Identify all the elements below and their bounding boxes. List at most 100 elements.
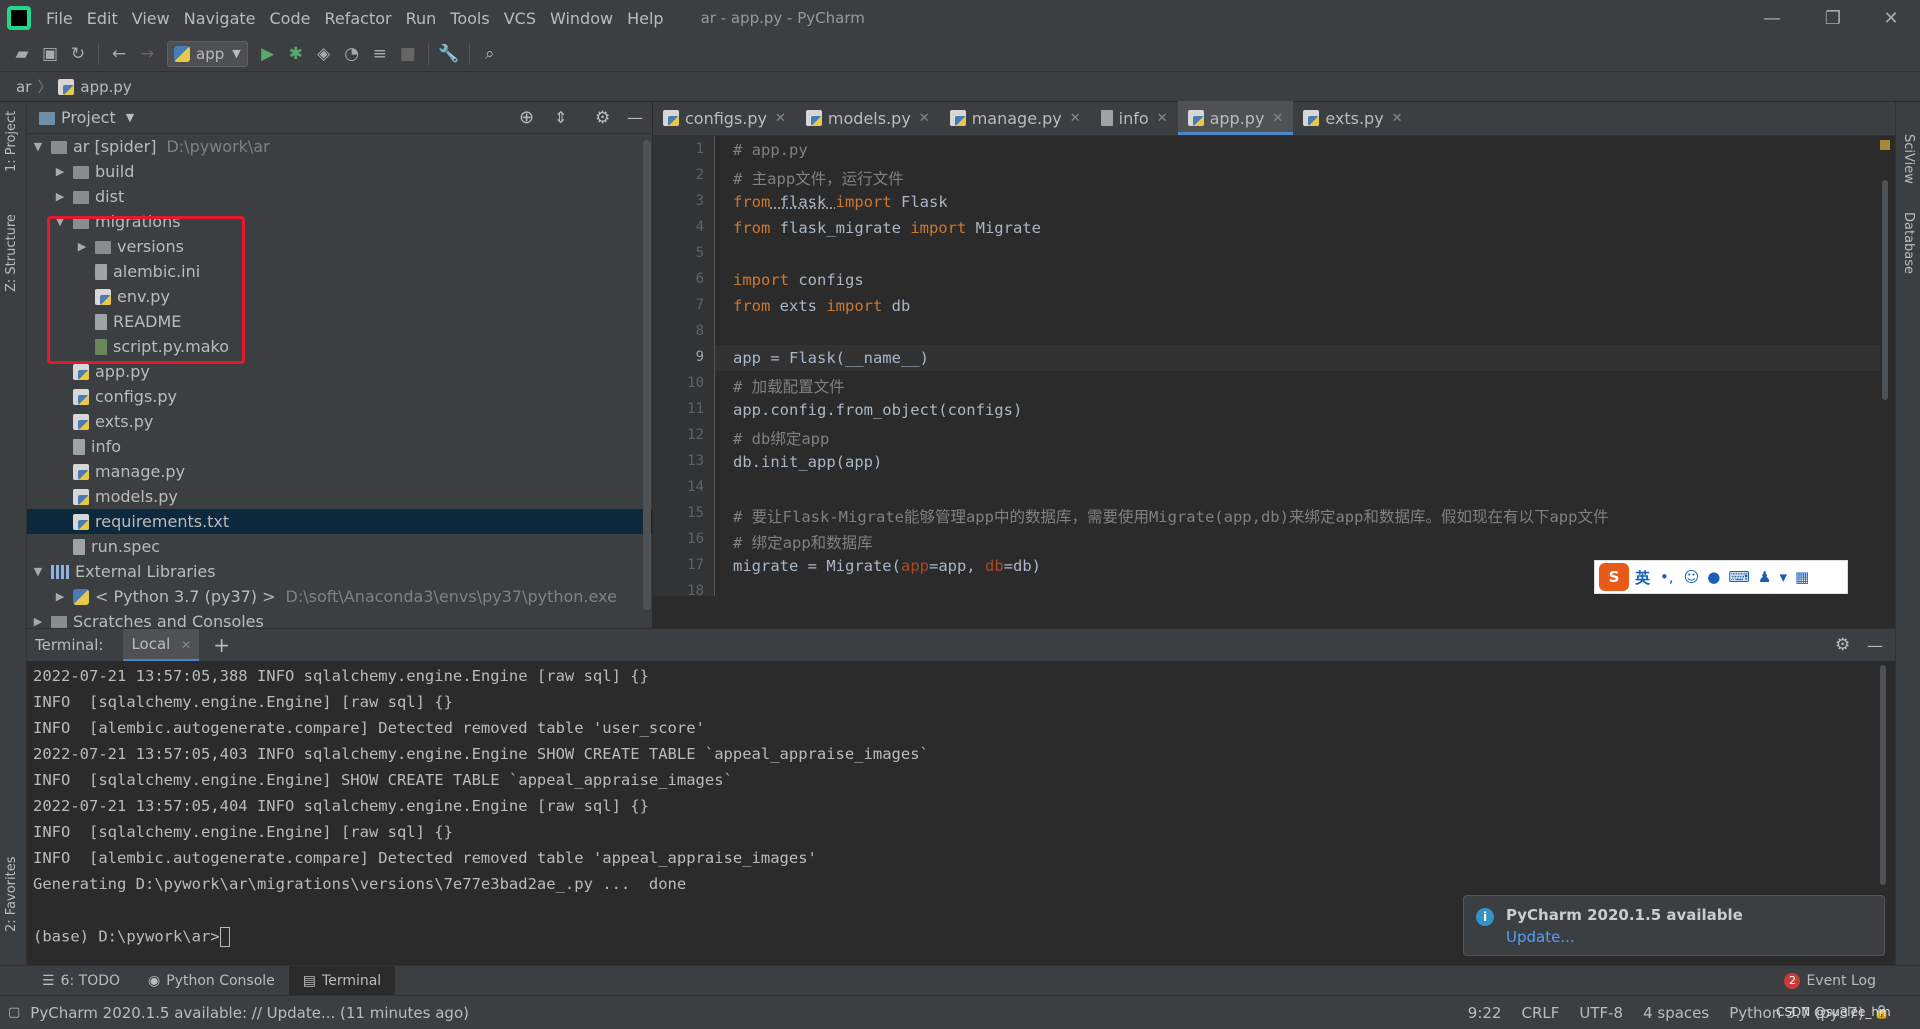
menu-vcs[interactable]: VCS: [497, 9, 543, 28]
forward-arrow-icon[interactable]: →: [133, 40, 161, 68]
tree-item-manage-py[interactable]: manage.py: [27, 459, 652, 484]
menu-tools[interactable]: Tools: [443, 9, 496, 28]
ime-language[interactable]: 英: [1635, 567, 1650, 588]
new-terminal-tab-icon[interactable]: +: [213, 633, 230, 657]
hide-panel-icon[interactable]: —: [627, 108, 643, 127]
settings-wrench-icon[interactable]: 🔧: [435, 40, 463, 68]
menu-edit[interactable]: Edit: [80, 9, 125, 28]
status-line-separator[interactable]: CRLF: [1511, 1004, 1569, 1022]
expand-arrow-icon[interactable]: ▶: [31, 615, 45, 628]
open-folder-icon[interactable]: ▰: [8, 40, 36, 68]
project-panel-title[interactable]: Project: [61, 108, 116, 127]
menu-navigate[interactable]: Navigate: [177, 9, 263, 28]
menu-view[interactable]: View: [125, 9, 177, 28]
tree-item-build[interactable]: ▶ build: [27, 159, 652, 184]
menu-code[interactable]: Code: [263, 9, 318, 28]
stop-icon[interactable]: ■: [394, 40, 422, 68]
run-concurrency-icon[interactable]: ≡: [366, 40, 394, 68]
microphone-icon[interactable]: ●: [1707, 568, 1720, 586]
save-all-icon[interactable]: ▣: [36, 40, 64, 68]
tree-item-scratches[interactable]: ▶ Scratches and Consoles: [27, 609, 652, 628]
tab-app-py[interactable]: app.py ✕: [1177, 101, 1294, 135]
status-caret-position[interactable]: 9:22: [1458, 1004, 1512, 1022]
user-icon[interactable]: ♟: [1758, 568, 1771, 586]
hide-panel-icon[interactable]: —: [1867, 636, 1883, 655]
collapse-all-icon[interactable]: ⇕: [554, 108, 567, 127]
run-configuration-select[interactable]: app ▼: [167, 40, 248, 67]
expand-arrow-icon[interactable]: ▶: [53, 590, 67, 603]
breadcrumb-file[interactable]: app.py: [80, 78, 131, 96]
expand-arrow-icon[interactable]: ▶: [53, 165, 67, 178]
python-console-tool-button[interactable]: ◉ Python Console: [134, 966, 289, 996]
close-tab-icon[interactable]: ✕: [1070, 111, 1081, 126]
favorites-tool-button[interactable]: 2: Favorites: [4, 856, 19, 932]
tree-item-exts-py[interactable]: exts.py: [27, 409, 652, 434]
sciview-tool-button[interactable]: SciView: [1901, 134, 1916, 184]
tab-configs-py[interactable]: configs.py ✕: [653, 101, 796, 135]
tree-item-models-py[interactable]: models.py: [27, 484, 652, 509]
event-log-tool-button[interactable]: 2 Event Log: [1770, 966, 1890, 996]
status-message[interactable]: PyCharm 2020.1.5 available: // Update...…: [30, 1004, 469, 1022]
skin-icon[interactable]: ▾: [1779, 568, 1787, 586]
run-icon[interactable]: ▶: [254, 40, 282, 68]
tab-models-py[interactable]: models.py ✕: [796, 101, 940, 135]
tab-manage-py[interactable]: manage.py ✕: [940, 101, 1091, 135]
ime-punctuation[interactable]: •,: [1660, 568, 1674, 586]
close-tab-icon[interactable]: ✕: [181, 638, 191, 652]
status-encoding[interactable]: UTF-8: [1569, 1004, 1633, 1022]
notification-update-link[interactable]: Update...: [1506, 928, 1884, 946]
close-tab-icon[interactable]: ✕: [1157, 111, 1168, 126]
terminal-tab-local[interactable]: Local ✕: [123, 628, 200, 662]
tree-item-run-spec[interactable]: run.spec: [27, 534, 652, 559]
tree-item-configs-py[interactable]: configs.py: [27, 384, 652, 409]
status-indent[interactable]: 4 spaces: [1633, 1004, 1719, 1022]
expand-arrow-icon[interactable]: ▶: [53, 190, 67, 203]
expand-arrow-icon[interactable]: ▼: [31, 140, 45, 153]
tree-item-root[interactable]: ▼ ar [spider] D:\pywork\ar: [27, 134, 652, 159]
close-tab-icon[interactable]: ✕: [775, 111, 786, 126]
menu-window[interactable]: Window: [543, 9, 620, 28]
structure-tool-button[interactable]: Z: Structure: [4, 214, 19, 292]
menu-help[interactable]: Help: [620, 9, 670, 28]
profile-icon[interactable]: ◔: [338, 40, 366, 68]
database-tool-button[interactable]: Database: [1901, 212, 1916, 274]
run-with-coverage-icon[interactable]: ◈: [310, 40, 338, 68]
chevron-down-icon[interactable]: ▼: [126, 111, 134, 124]
search-icon[interactable]: ⌕: [476, 40, 504, 68]
status-panel-icon[interactable]: ▢: [8, 1005, 20, 1020]
toolbox-icon[interactable]: ▦: [1795, 568, 1809, 586]
menu-refactor[interactable]: Refactor: [317, 9, 398, 28]
todo-tool-button[interactable]: ☰ 6: TODO: [28, 966, 134, 996]
tree-item-python-sdk[interactable]: ▶ < Python 3.7 (py37) > D:\soft\Anaconda…: [27, 584, 652, 609]
menu-file[interactable]: File: [39, 9, 80, 28]
close-tab-icon[interactable]: ✕: [1392, 111, 1403, 126]
tab-exts-py[interactable]: exts.py ✕: [1293, 101, 1412, 135]
tree-item-external-libraries[interactable]: ▼ External Libraries: [27, 559, 652, 584]
gear-icon[interactable]: ⚙: [1835, 635, 1850, 655]
emoji-icon[interactable]: ☺: [1684, 568, 1700, 586]
menu-run[interactable]: Run: [399, 9, 444, 28]
tab-info[interactable]: info ✕: [1091, 101, 1178, 135]
expand-arrow-icon[interactable]: ▼: [31, 565, 45, 578]
terminal-tool-button[interactable]: ▤ Terminal: [288, 965, 396, 996]
locate-file-icon[interactable]: ⊕: [519, 107, 534, 128]
tree-item-info[interactable]: info: [27, 434, 652, 459]
project-tool-button[interactable]: 1: Project: [4, 111, 19, 172]
code-editor[interactable]: # app.py # 主app文件，运行文件 from flask import…: [715, 136, 1895, 596]
editor-scrollbar[interactable]: [1882, 180, 1888, 400]
tree-item-dist[interactable]: ▶ dist: [27, 184, 652, 209]
close-tab-icon[interactable]: ✕: [919, 111, 930, 126]
close-tab-icon[interactable]: ✕: [1272, 111, 1283, 126]
terminal-scrollbar[interactable]: [1880, 665, 1886, 885]
breadcrumb-root[interactable]: ar: [16, 78, 31, 96]
synchronize-icon[interactable]: ↻: [64, 40, 92, 68]
restore-button[interactable]: ❐: [1808, 0, 1858, 36]
close-window-button[interactable]: ✕: [1866, 0, 1916, 36]
keyboard-icon[interactable]: ⌨: [1728, 568, 1750, 586]
project-scrollbar[interactable]: [643, 140, 651, 610]
debug-icon[interactable]: ✱: [282, 40, 310, 68]
gear-icon[interactable]: ⚙: [595, 108, 610, 128]
minimize-button[interactable]: —: [1747, 0, 1797, 36]
inspection-status-icon[interactable]: [1880, 140, 1890, 150]
tree-item-requirements[interactable]: requirements.txt: [27, 509, 652, 534]
